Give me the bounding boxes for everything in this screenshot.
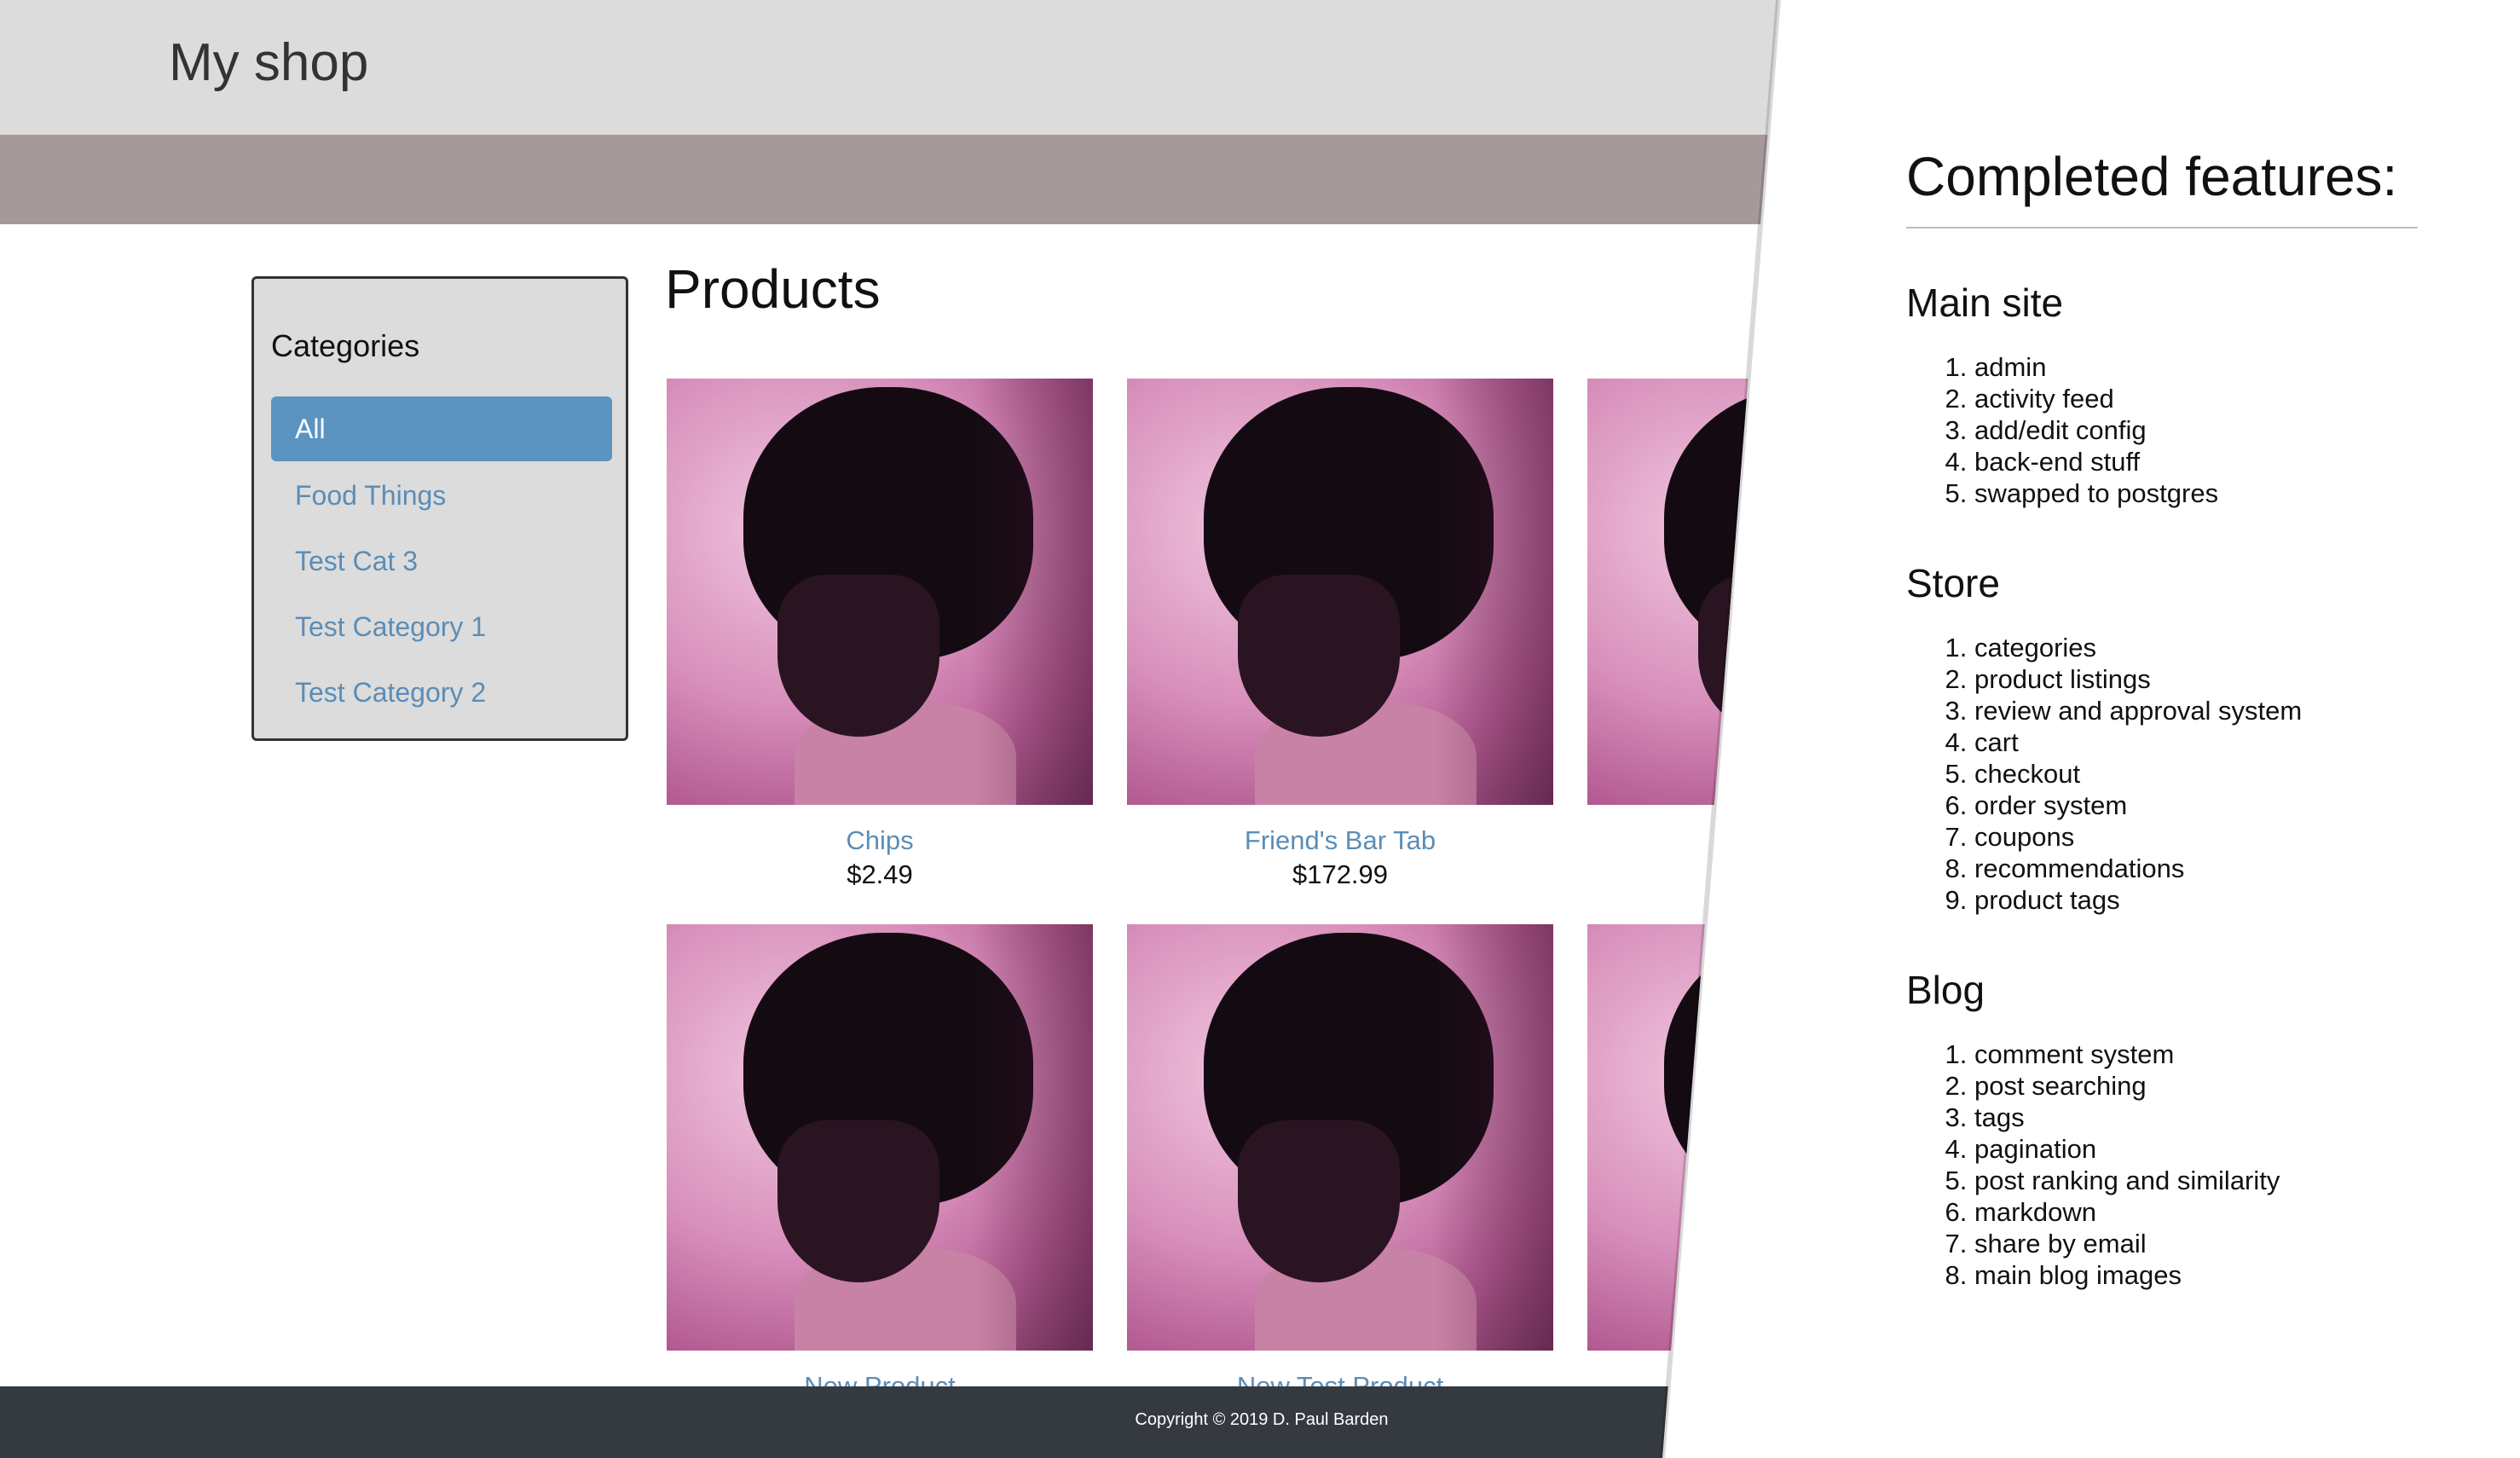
category-item-test-cat-3[interactable]: Test Cat 3	[271, 529, 612, 593]
feature-item: add/edit config	[1974, 414, 2418, 446]
feature-list-main-site: admin activity feed add/edit config back…	[1906, 351, 2418, 509]
feature-item: markdown	[1974, 1196, 2418, 1228]
product-card[interactable]	[1587, 379, 1778, 825]
product-card[interactable]: Chips $2.49	[667, 379, 1093, 890]
section-heading-main-site: Main site	[1906, 281, 2064, 325]
feature-item: post searching	[1974, 1070, 2418, 1102]
product-image[interactable]	[1127, 924, 1553, 1351]
category-item-all[interactable]: All	[271, 396, 612, 461]
features-title: Completed features:	[1906, 145, 2418, 229]
product-image[interactable]	[1587, 924, 1778, 1351]
section-heading-blog: Blog	[1906, 968, 1985, 1012]
feature-item: share by email	[1974, 1228, 2418, 1259]
shop-site-panel: My shop Categories All Food Things Test …	[0, 0, 1778, 1458]
product-price: $2.49	[847, 859, 913, 889]
feature-list-blog: comment system post searching tags pagin…	[1906, 1039, 2418, 1291]
product-price: $172.99	[1292, 859, 1389, 889]
feature-item: admin	[1974, 351, 2418, 383]
footer-copyright: Copyright © 2019 D. Paul Barden	[1135, 1410, 1389, 1429]
feature-item: checkout	[1974, 758, 2418, 790]
product-card[interactable]: New Product	[667, 924, 1093, 1405]
product-card[interactable]: Friend's Bar Tab $172.99	[1127, 379, 1553, 890]
header-band	[0, 135, 1778, 224]
product-image[interactable]	[667, 924, 1093, 1351]
category-item-test-category-2[interactable]: Test Category 2	[271, 660, 612, 725]
product-image[interactable]	[667, 379, 1093, 805]
feature-item: order system	[1974, 790, 2418, 821]
product-card[interactable]	[1587, 924, 1778, 1371]
feature-item: categories	[1974, 632, 2418, 663]
category-label: Test Category 2	[295, 677, 487, 708]
category-item-food-things[interactable]: Food Things	[271, 463, 612, 528]
section-heading-store: Store	[1906, 561, 2000, 605]
category-item-test-category-1[interactable]: Test Category 1	[271, 594, 612, 659]
feature-item: recommendations	[1974, 853, 2418, 884]
product-name-link[interactable]: Friend's Bar Tab	[1127, 825, 1553, 856]
feature-item: post ranking and similarity	[1974, 1165, 2418, 1196]
category-label: All	[295, 414, 326, 444]
feature-item: main blog images	[1974, 1259, 2418, 1291]
site-brand-link[interactable]: My shop	[169, 32, 368, 93]
categories-title: Categories	[271, 328, 420, 363]
product-image[interactable]	[1587, 379, 1778, 805]
feature-item: product listings	[1974, 663, 2418, 695]
feature-item: swapped to postgres	[1974, 477, 2418, 509]
category-label: Test Category 1	[295, 611, 487, 642]
feature-item: cart	[1974, 726, 2418, 758]
categories-panel: Categories All Food Things Test Cat 3 Te…	[251, 276, 628, 741]
site-footer: Copyright © 2019 D. Paul Barden	[0, 1386, 1778, 1458]
feature-item: comment system	[1974, 1039, 2418, 1070]
product-card[interactable]: New Test Product	[1127, 924, 1553, 1405]
category-label: Food Things	[295, 480, 447, 511]
feature-item: coupons	[1974, 821, 2418, 853]
feature-item: back-end stuff	[1974, 446, 2418, 477]
product-name-link[interactable]: Chips	[667, 825, 1093, 856]
category-label: Test Cat 3	[295, 546, 419, 576]
feature-item: pagination	[1974, 1133, 2418, 1165]
feature-item: review and approval system	[1974, 695, 2418, 726]
top-navbar: My shop	[0, 0, 1778, 135]
features-panel: Completed features: Main site admin acti…	[1906, 145, 2418, 1291]
feature-list-store: categories product listings review and a…	[1906, 632, 2418, 916]
products-heading: Products	[665, 258, 881, 320]
feature-item: tags	[1974, 1102, 2418, 1133]
feature-item: product tags	[1974, 884, 2418, 916]
feature-item: activity feed	[1974, 383, 2418, 414]
product-image[interactable]	[1127, 379, 1553, 805]
